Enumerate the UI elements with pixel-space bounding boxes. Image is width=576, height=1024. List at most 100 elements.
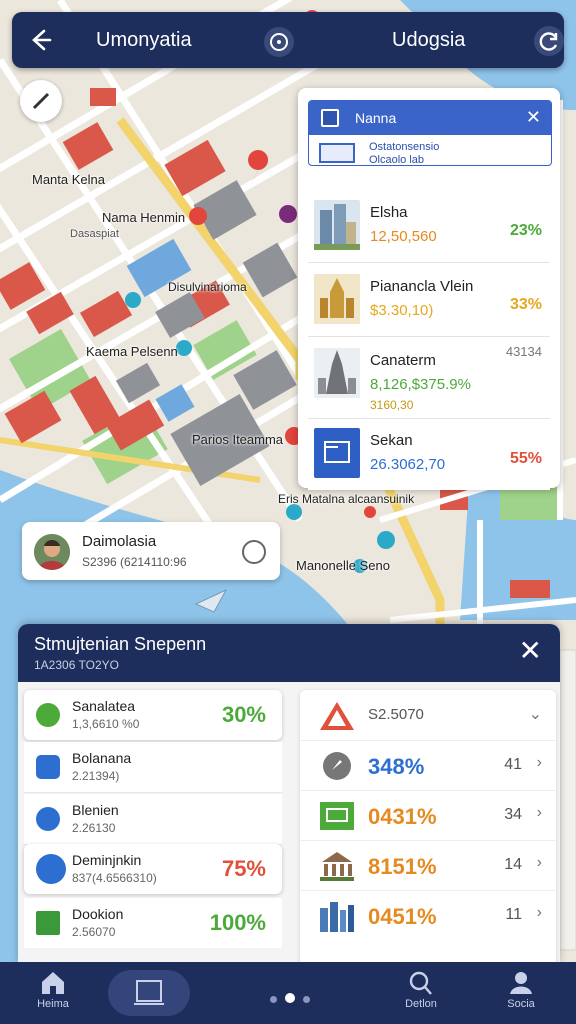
location-icon[interactable] [264,27,294,57]
item-value: 8151% [368,854,437,879]
settings-icon[interactable] [242,540,266,564]
map-label[interactable]: Kaema Pelsenn [86,344,178,359]
chevron-right-icon: › [536,904,542,921]
close-icon[interactable]: ✕ [526,107,541,128]
nav-item-terminal[interactable] [108,970,190,1016]
terminal-icon [134,980,164,1005]
place-percent: 33% [509,296,542,313]
list-item[interactable]: Bolanana 2.21394) [24,742,282,793]
window-icon [321,109,339,127]
item-value: S2.5070 [368,706,424,723]
place-value: 26.3062,70 [370,456,446,473]
left-list: Sanalatea 1,3,6610 %0 30% Bolanana 2.213… [22,686,284,964]
item-count: 14 [504,856,522,873]
compass-button[interactable] [20,80,62,122]
list-item[interactable]: 348% 41 › [300,740,556,791]
list-item[interactable]: Elsha 12,50,560 23% [308,192,550,263]
check-circle-icon [36,807,60,831]
profile-icon [510,972,532,994]
item-percent: 100% [209,910,266,935]
top-app-bar: Umonyatia Udogsia [12,12,564,68]
map-label[interactable]: Nama Henmin [102,210,185,225]
list-item[interactable]: 0451% 11 › [300,890,556,940]
chevron-right-icon: › [536,804,542,821]
item-count: 11 [505,906,522,923]
list-item[interactable]: Canaterm 8,126,$375.9% 3160,30 43134 [308,340,550,419]
list-item[interactable]: S2.5070 ⌄ [300,690,556,741]
place-value: $3.30,10) [370,302,434,319]
bottom-sheet-header: Stmujtenian Snepenn 1A2306 TO2YO ✕ [18,624,560,682]
info-panel: Nanna ✕ Ostatonsensio Olcaolo lab Elsha … [298,88,560,490]
list-item[interactable]: Sekan 26.3062,70 55% [308,420,550,490]
list-item[interactable]: Blenien 2.26130 [24,794,282,845]
chevron-right-icon: › [536,754,542,771]
item-name: Sanalatea [72,698,136,714]
place-name: Pianancla Vlein [370,278,474,295]
item-name: Blenien [72,802,119,818]
item-detail: 837(4.6566310) [72,871,157,885]
nav-item-home[interactable]: Heima [18,968,88,1010]
item-detail: 2.56070 [72,925,116,939]
place-value: 12,50,560 [370,228,437,245]
map-label[interactable]: Disulvinarioma [168,280,247,294]
region-title[interactable]: Udogsia [392,29,465,52]
chevron-right-icon: › [536,854,542,871]
person-card[interactable]: Daimolasia S2396 (6214110:96 [22,522,280,580]
nav-label: Socia [507,998,535,1010]
info-panel-title: Nanna [355,110,397,126]
item-detail: 1,3,6610 %0 [72,717,140,731]
list-item[interactable]: Deminjnkin 837(4.6566310) 75% [24,844,282,894]
nav-item-search[interactable]: Detlon [386,968,456,1010]
sheet-title: Stmujtenian Snepenn [34,634,207,654]
refresh-icon[interactable] [534,26,564,56]
warning-icon [320,702,354,730]
message-icon [320,802,354,830]
place-percent: 43134 [505,344,542,359]
avatar [34,534,70,570]
info-panel-titlebar: Nanna ✕ [309,101,551,135]
map-label[interactable]: Manta Kelna [32,172,105,187]
item-count: 34 [504,806,522,823]
item-value: 348% [368,754,425,779]
item-value: 0431% [368,804,437,829]
bottom-navigation: Heima Detlon Socia [0,962,576,1024]
item-percent: 30% [221,702,266,727]
map-label[interactable]: Manonelle Seno [296,558,390,573]
sheet-subtitle: 1A2306 TO2YO [34,658,119,672]
place-name: Elsha [370,204,408,221]
building-thumbnail [314,200,360,250]
search-icon [409,971,432,995]
building-thumbnail [314,348,360,398]
list-item[interactable]: 8151% 14 › [300,840,556,891]
check-icon [36,703,60,727]
card-icon [319,143,355,163]
folder-icon [314,428,360,478]
item-count: 41 [504,756,522,773]
list-item[interactable]: Dookion 2.56070 100% [24,898,282,948]
map-label[interactable]: Eris Matalna alcaansuinik [278,492,414,506]
place-value: 8,126,$375.9% [370,376,471,393]
place-secondary-value: 3160,30 [370,398,414,412]
city-icon [320,902,354,932]
info-panel-subtitle: Ostatonsensio Olcaolo lab [369,141,440,166]
person-name: Daimolasia [82,533,157,550]
map-label[interactable]: Parios Iteamma [192,432,283,447]
nav-item-profile[interactable]: Socia [486,968,556,1010]
list-item[interactable]: 0431% 34 › [300,790,556,841]
place-percent: 55% [509,450,542,467]
compass-icon [323,752,351,780]
item-name: Deminjnkin [72,852,142,868]
map-label[interactable]: Dasaspiat [70,228,119,240]
close-icon[interactable]: ✕ [519,636,542,666]
share-icon [36,854,66,884]
arrow-left-icon[interactable] [26,26,54,54]
item-name: Dookion [72,906,124,922]
place-name: Sekan [370,432,413,449]
list-item[interactable]: Pianancla Vlein $3.30,10) 33% [308,266,550,337]
app-title: Umonyatia [96,29,192,51]
place-percent: 23% [509,222,542,239]
page-indicator[interactable] [266,990,314,1003]
nav-label: Heima [37,998,69,1010]
list-item[interactable]: Sanalatea 1,3,6610 %0 30% [24,690,282,740]
info-panel-header: Nanna ✕ Ostatonsensio Olcaolo lab [308,100,552,166]
